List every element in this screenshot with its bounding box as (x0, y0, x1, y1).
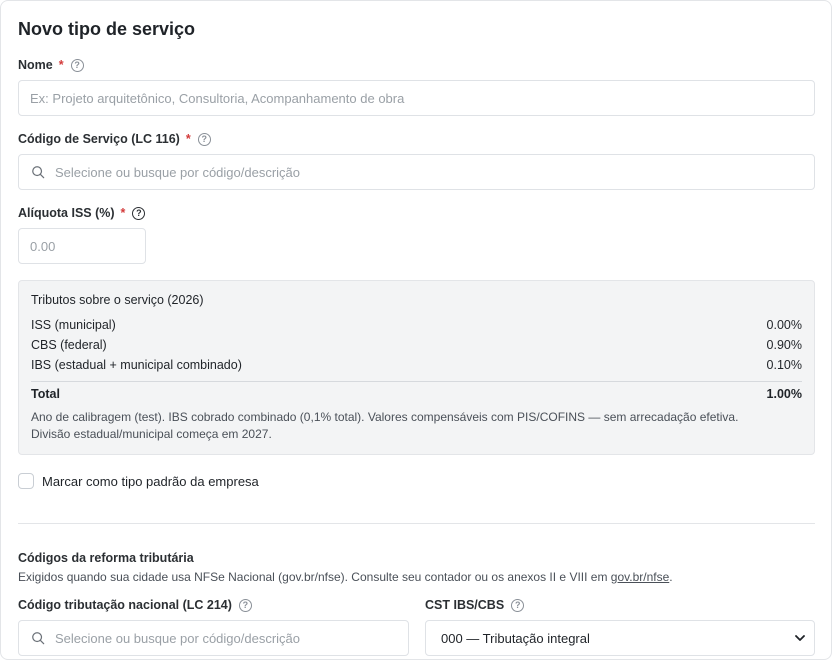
tax-note: Ano de calibragem (test). IBS cobrado co… (31, 410, 739, 441)
help-icon[interactable]: ? (197, 132, 211, 146)
nome-input[interactable] (19, 90, 814, 106)
tax-row-iss: ISS (municipal) 0.00% (31, 318, 802, 332)
cst-label: CST IBS/CBS ? (425, 598, 525, 612)
reforma-subtitle-text: Exigidos quando sua cidade usa NFSe Naci… (18, 570, 611, 584)
required-mark: * (185, 132, 191, 146)
required-mark: * (120, 206, 126, 220)
help-icon[interactable]: ? (132, 206, 146, 220)
nome-label-text: Nome (18, 58, 53, 72)
codigo-servico-label: Código de Serviço (LC 116) * ? (18, 132, 211, 146)
tax-row-cbs: CBS (federal) 0.90% (31, 338, 802, 352)
default-type-checkbox[interactable] (18, 473, 34, 489)
tax-row-value: 0.10% (766, 358, 802, 372)
search-icon (32, 632, 45, 645)
gov-nfse-link[interactable]: gov.br/nfse (611, 570, 669, 584)
tax-divider (31, 381, 802, 382)
cst-selected-value: 000 — Tributação integral (441, 630, 590, 646)
default-type-label: Marcar como tipo padrão da empresa (42, 473, 259, 489)
tax-row-label: ISS (municipal) (31, 318, 116, 332)
tax-row-label: CBS (federal) (31, 338, 107, 352)
nome-field[interactable] (18, 80, 815, 116)
page-title: Novo tipo de serviço (18, 19, 196, 39)
codigo-servico-label-text: Código de Serviço (LC 116) (18, 132, 180, 146)
aliquota-label: Alíquota ISS (%) * ? (18, 206, 146, 220)
codigo-servico-field[interactable] (18, 154, 815, 190)
reforma-subtitle-end: . (669, 570, 673, 584)
codigo-nacional-field[interactable] (18, 620, 409, 656)
codigo-nacional-label-text: Código tributação nacional (LC 214) (18, 598, 232, 612)
codigo-nacional-input[interactable] (45, 630, 408, 646)
cst-select[interactable]: 000 — Tributação integral (425, 620, 815, 656)
tax-row-ibs: IBS (estadual + municipal combinado) 0.1… (31, 358, 802, 372)
tax-summary-title: Tributos sobre o serviço (2026) (31, 293, 204, 307)
default-type-option[interactable]: Marcar como tipo padrão da empresa (18, 473, 259, 489)
tax-row-total: Total 1.00% (31, 387, 802, 401)
help-icon[interactable]: ? (511, 598, 525, 612)
reforma-section-subtitle: Exigidos quando sua cidade usa NFSe Naci… (18, 570, 673, 584)
chevron-down-icon (795, 635, 805, 641)
help-icon[interactable]: ? (70, 58, 84, 72)
tax-total-value: 1.00% (766, 387, 802, 401)
codigo-servico-input[interactable] (45, 164, 814, 180)
reforma-section-title: Códigos da reforma tributária (18, 551, 194, 565)
nome-label: Nome * ? (18, 58, 84, 72)
tax-total-label: Total (31, 387, 60, 401)
aliquota-label-text: Alíquota ISS (%) (18, 206, 115, 220)
service-type-form: Novo tipo de serviço Nome * ? Código de … (0, 0, 832, 660)
tax-row-value: 0.00% (766, 318, 802, 332)
aliquota-field[interactable] (18, 228, 146, 264)
search-icon (32, 166, 45, 179)
section-divider (18, 523, 815, 524)
cst-label-text: CST IBS/CBS (425, 598, 505, 612)
tax-summary-panel: Tributos sobre o serviço (2026) ISS (mun… (18, 280, 815, 455)
tax-row-label: IBS (estadual + municipal combinado) (31, 358, 242, 372)
aliquota-input[interactable] (19, 238, 145, 254)
codigo-nacional-label: Código tributação nacional (LC 214) ? (18, 598, 252, 612)
required-mark: * (58, 58, 64, 72)
help-icon[interactable]: ? (238, 598, 252, 612)
tax-row-value: 0.90% (766, 338, 802, 352)
